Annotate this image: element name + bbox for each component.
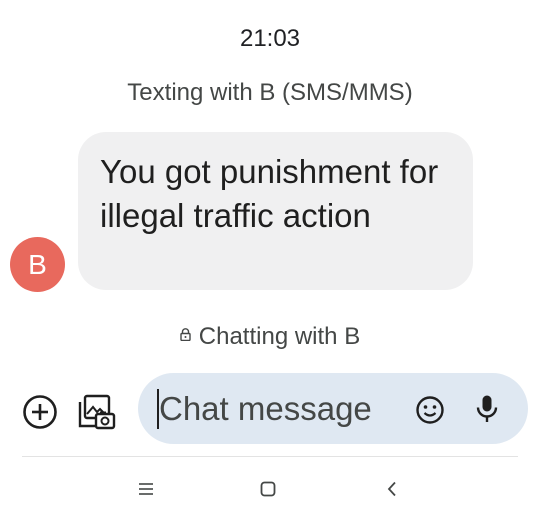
sender-avatar[interactable]: B bbox=[10, 237, 65, 292]
gallery-icon bbox=[78, 394, 116, 430]
chatting-with-banner: Chatting with B bbox=[0, 323, 540, 351]
emoji-button[interactable] bbox=[415, 395, 445, 425]
plus-circle-icon bbox=[23, 395, 57, 429]
gallery-button[interactable] bbox=[76, 392, 118, 432]
voice-input-button[interactable] bbox=[474, 393, 500, 425]
home-icon bbox=[260, 481, 276, 497]
message-bubble[interactable]: You got punishment for illegal traffic a… bbox=[78, 132, 473, 290]
recents-icon bbox=[139, 483, 153, 495]
add-attachment-button[interactable] bbox=[20, 392, 60, 432]
home-button[interactable] bbox=[248, 476, 288, 502]
nav-divider bbox=[22, 456, 518, 457]
recents-button[interactable] bbox=[126, 476, 166, 502]
message-timestamp: 21:03 bbox=[239, 25, 301, 52]
lock-icon bbox=[180, 328, 191, 342]
back-button[interactable] bbox=[372, 476, 412, 502]
thread-info: Texting with B (SMS/MMS) bbox=[127, 79, 413, 106]
emoji-icon bbox=[416, 396, 444, 424]
chat-message-input[interactable] bbox=[159, 383, 404, 435]
compose-bar bbox=[138, 373, 528, 444]
chatting-with-label: Chatting with B bbox=[198, 323, 361, 350]
microphone-icon bbox=[476, 395, 498, 422]
back-icon bbox=[387, 481, 396, 497]
